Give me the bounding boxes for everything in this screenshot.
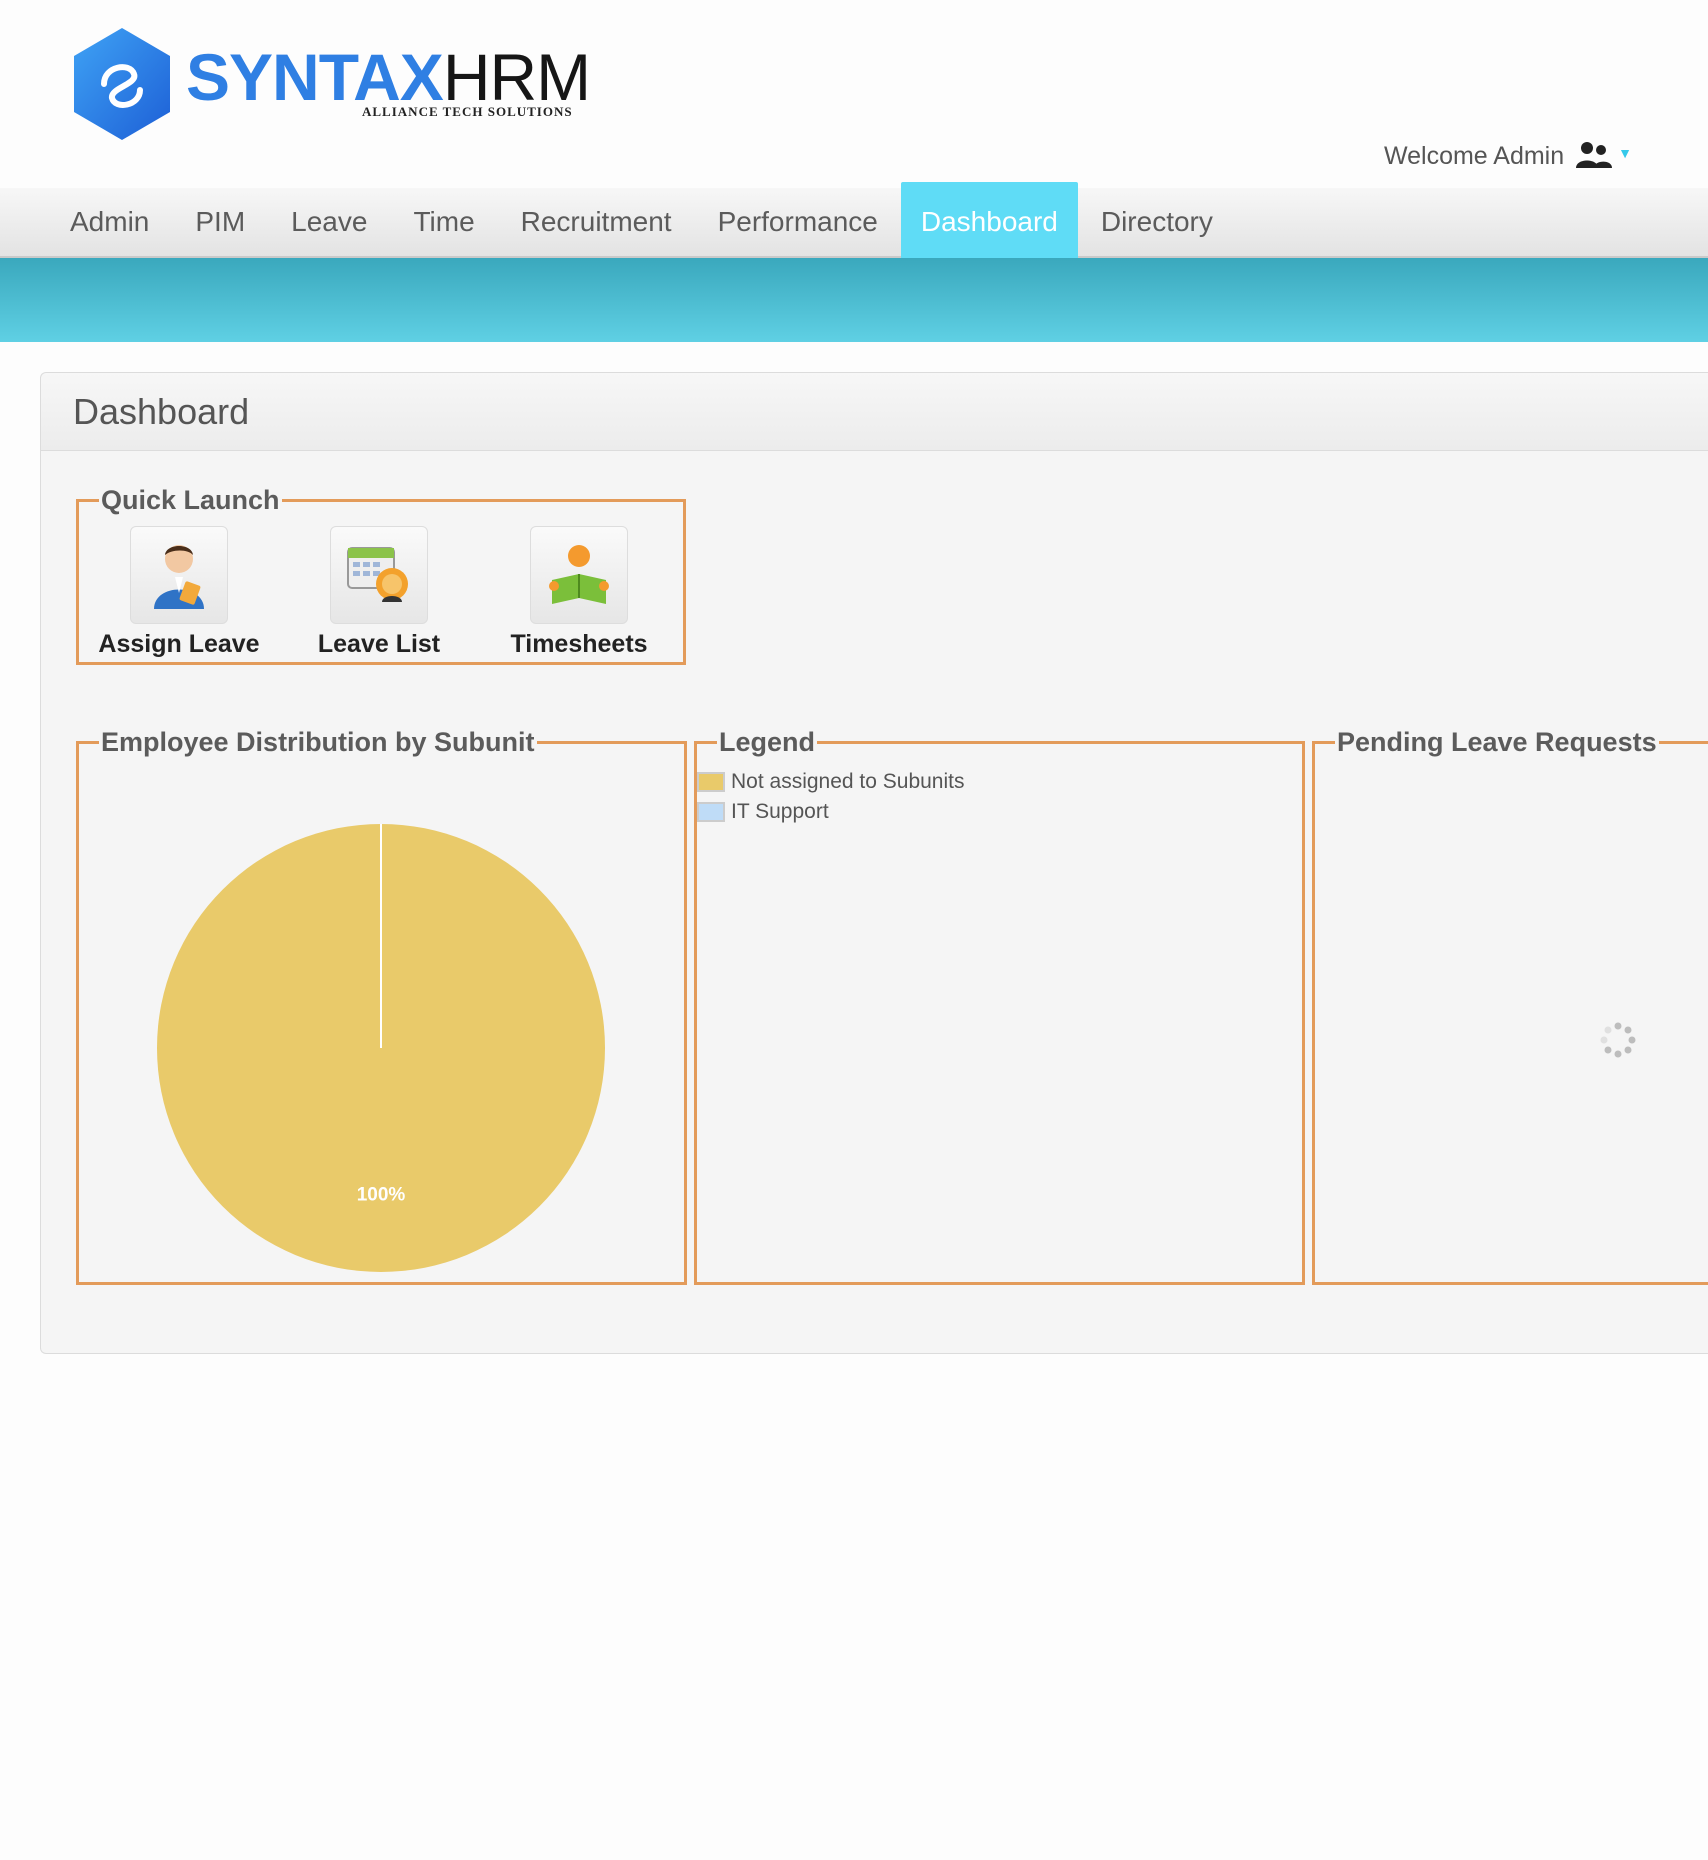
menu-item-recruitment[interactable]: Recruitment	[498, 188, 695, 256]
legend-label-not-assigned: Not assigned to Subunits	[731, 770, 965, 793]
menu-items: Admin PIM Leave Time Recruitment Perform…	[47, 182, 1236, 262]
caret-down-icon: ▼	[1618, 145, 1632, 161]
legend-swatch-it-support	[697, 802, 725, 822]
brand-part-syntax: SYNTAX	[186, 40, 444, 114]
quick-launch-leave-list[interactable]: Leave List	[279, 526, 479, 659]
legend-section: Legend Not assigned to Subunits IT Suppo…	[694, 727, 1305, 1285]
brand-name: SYNTAXHRM	[186, 44, 591, 110]
leave-list-label: Leave List	[317, 630, 441, 658]
menu-item-performance[interactable]: Performance	[695, 188, 901, 256]
logo-hexagon-icon	[74, 28, 170, 140]
brand-tagline: ALLIANCE TECH SOLUTIONS	[362, 104, 573, 119]
quick-launch-timesheets[interactable]: Timesheets	[479, 526, 679, 659]
syntaxhrm-logo[interactable]: SYNTAXHRM ALLIANCE TECH SOLUTIONS	[70, 26, 591, 146]
main-menu: Admin PIM Leave Time Recruitment Perform…	[0, 182, 1708, 262]
menu-item-pim[interactable]: PIM	[172, 188, 268, 256]
leave-list-icon	[330, 526, 428, 624]
loading-spinner-icon	[1600, 1022, 1636, 1058]
timesheets-icon	[530, 526, 628, 624]
timesheets-label: Timesheets	[510, 630, 648, 658]
quick-launch-title: Quick Launch	[101, 485, 280, 515]
menu-item-leave[interactable]: Leave	[268, 188, 390, 256]
menu-item-admin[interactable]: Admin	[47, 188, 172, 256]
quick-launch-section: Quick Launch Assign Leave Leave List Tim…	[76, 485, 686, 665]
assign-leave-label: Assign Leave	[98, 630, 260, 658]
menu-item-directory[interactable]: Directory	[1078, 188, 1236, 256]
header-banner	[0, 258, 1708, 342]
pending-leave-requests-section: Pending Leave Requests	[1312, 727, 1708, 1285]
pending-leave-requests-title: Pending Leave Requests	[1337, 727, 1657, 757]
legend-item-not-assigned: Not assigned to Subunits	[697, 770, 964, 794]
panel-header: Dashboard	[41, 373, 1708, 451]
legend-item-it-support: IT Support	[697, 800, 829, 824]
pie-slice-label: 100%	[357, 1184, 406, 1205]
quick-launch-assign-leave[interactable]: Assign Leave	[79, 526, 279, 659]
welcome-text: Welcome Admin	[1383, 141, 1565, 170]
menu-item-time[interactable]: Time	[390, 188, 497, 256]
users-icon	[1574, 140, 1614, 172]
legend-swatch-not-assigned	[697, 772, 725, 792]
dashboard-panel: Dashboard Quick Launch Assign Leave Leav…	[40, 372, 1708, 1354]
welcome-menu[interactable]: Welcome Admin ▼	[1384, 140, 1632, 172]
employee-distribution-title: Employee Distribution by Subunit	[101, 727, 535, 757]
brand-part-hrm: HRM	[442, 40, 591, 114]
legend-title: Legend	[719, 727, 816, 757]
distribution-pie-chart: 100%	[157, 824, 605, 1272]
page-title: Dashboard	[73, 391, 250, 432]
menu-item-dashboard[interactable]: Dashboard	[900, 182, 1078, 262]
legend-label-it-support: IT Support	[731, 800, 829, 823]
employee-distribution-section: Employee Distribution by Subunit 100%	[76, 727, 687, 1285]
assign-leave-icon	[130, 526, 228, 624]
